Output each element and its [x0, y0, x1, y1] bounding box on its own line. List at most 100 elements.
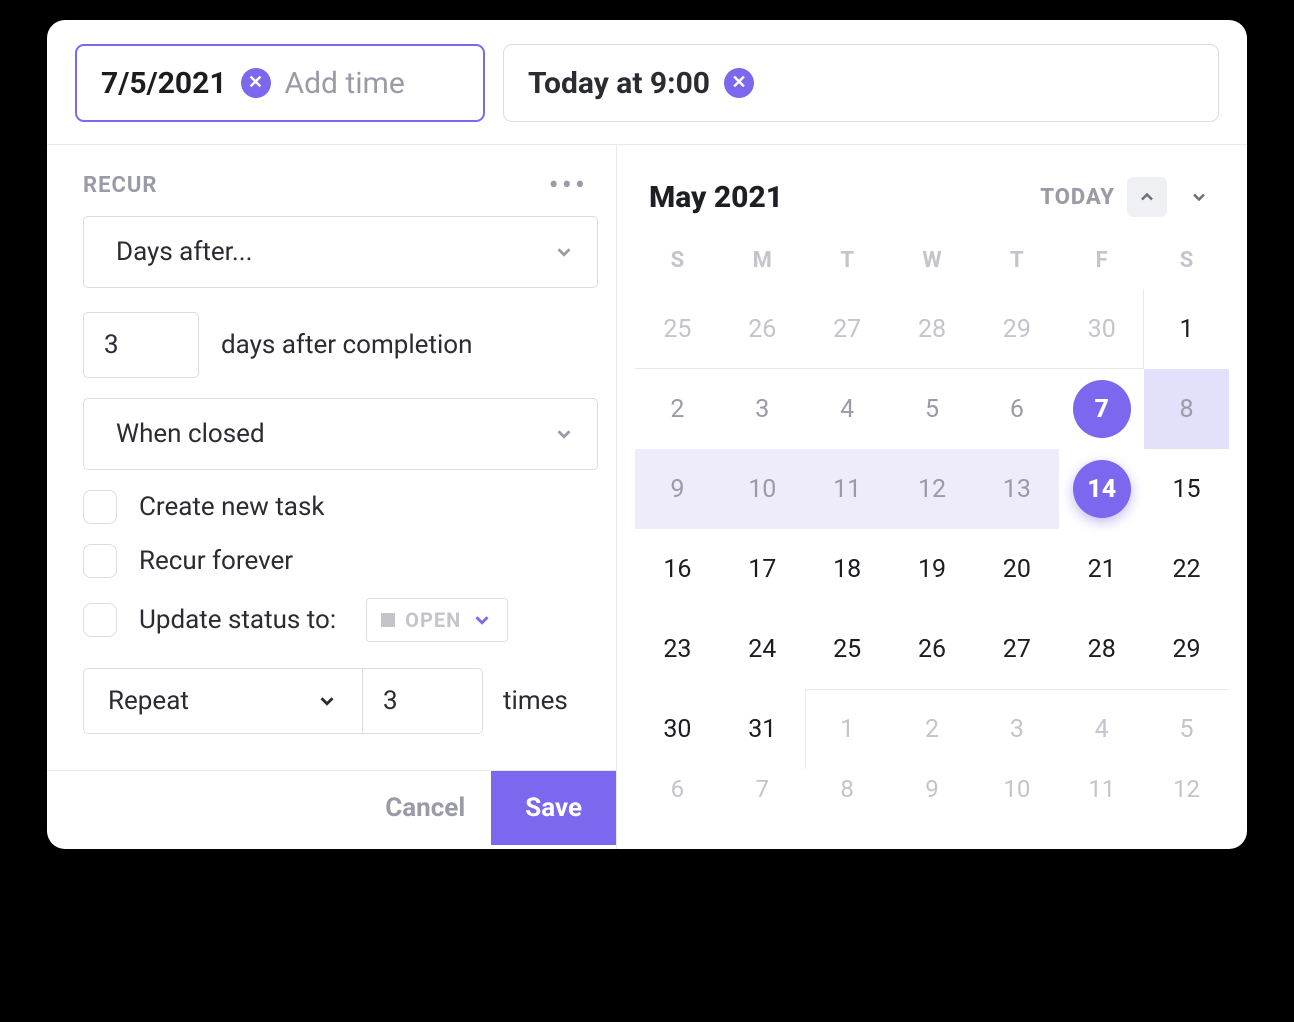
calendar-day[interactable]: 29 [1144, 609, 1229, 689]
calendar-dow: F [1059, 233, 1144, 289]
repeat-label: Repeat [108, 686, 189, 716]
calendar-dow-row: SMTWTFS [635, 233, 1229, 289]
calendar-day[interactable]: 7 [1059, 369, 1144, 449]
update-status-checkbox[interactable] [83, 603, 117, 637]
status-select[interactable]: OPEN [366, 598, 508, 642]
calendar-day[interactable]: 19 [890, 529, 975, 609]
recur-forever-checkbox[interactable] [83, 544, 117, 578]
save-button[interactable]: Save [491, 771, 616, 845]
calendar-day[interactable]: 2 [635, 369, 720, 449]
calendar-day[interactable]: 3 [974, 689, 1059, 769]
dialog-footer: Cancel Save [47, 770, 616, 845]
calendar-day[interactable]: 7 [720, 769, 805, 809]
calendar-day[interactable]: 12 [1144, 769, 1229, 809]
calendar-next-button[interactable] [1179, 177, 1219, 217]
cancel-button[interactable]: Cancel [359, 771, 491, 845]
calendar-day[interactable]: 29 [974, 289, 1059, 369]
calendar-day[interactable]: 10 [974, 769, 1059, 809]
dialog-columns: RECUR Days after... days after completio… [47, 145, 1247, 849]
chevron-down-icon [471, 609, 493, 631]
recur-panel: RECUR Days after... days after completio… [47, 145, 617, 849]
calendar-day[interactable]: 4 [805, 369, 890, 449]
calendar-day[interactable]: 8 [1144, 369, 1229, 449]
calendar-today-button[interactable]: TODAY [1040, 185, 1115, 210]
calendar-day[interactable]: 5 [1144, 689, 1229, 769]
calendar-day[interactable]: 27 [805, 289, 890, 369]
calendar-day[interactable]: 25 [805, 609, 890, 689]
calendar-day[interactable]: 26 [720, 289, 805, 369]
calendar-day[interactable]: 20 [974, 529, 1059, 609]
calendar-day[interactable]: 30 [1059, 289, 1144, 369]
calendar-dow: T [974, 233, 1059, 289]
add-time-placeholder[interactable]: Add time [285, 66, 405, 101]
calendar-day[interactable]: 22 [1144, 529, 1229, 609]
calendar-day[interactable]: 16 [635, 529, 720, 609]
recur-trigger-select[interactable]: When closed [83, 398, 598, 470]
calendar-day[interactable]: 13 [974, 449, 1059, 529]
recur-mode-label: Days after... [116, 237, 252, 267]
calendar-day[interactable]: 23 [635, 609, 720, 689]
calendar-dow: S [635, 233, 720, 289]
calendar-day[interactable]: 18 [805, 529, 890, 609]
chevron-down-icon [553, 241, 575, 263]
calendar-day[interactable]: 11 [1059, 769, 1144, 809]
calendar-day[interactable]: 28 [1059, 609, 1144, 689]
calendar-day[interactable]: 17 [720, 529, 805, 609]
repeat-count-input[interactable] [363, 668, 483, 734]
calendar-day[interactable]: 12 [890, 449, 975, 529]
calendar-panel: May 2021 TODAY SMTWTFS 25262728293012345… [617, 145, 1247, 849]
calendar-day[interactable]: 4 [1059, 689, 1144, 769]
update-status-label: Update status to: [139, 605, 336, 635]
calendar-day[interactable]: 15 [1144, 449, 1229, 529]
calendar-day[interactable]: 28 [890, 289, 975, 369]
status-color-swatch [381, 613, 395, 627]
calendar-prev-button[interactable] [1127, 177, 1167, 217]
calendar-day[interactable]: 26 [890, 609, 975, 689]
calendar-day[interactable]: 2 [890, 689, 975, 769]
calendar-day[interactable]: 9 [890, 769, 975, 809]
create-new-task-checkbox[interactable] [83, 490, 117, 524]
calendar-day[interactable]: 27 [974, 609, 1059, 689]
calendar-day[interactable]: 11 [805, 449, 890, 529]
calendar-day[interactable]: 31 [720, 689, 805, 769]
clear-end-date-icon[interactable] [724, 68, 754, 98]
repeat-suffix: times [503, 686, 568, 716]
days-after-input[interactable] [83, 312, 199, 378]
recur-trigger-label: When closed [116, 419, 265, 449]
calendar-day[interactable]: 24 [720, 609, 805, 689]
calendar-dow: S [1144, 233, 1229, 289]
days-after-suffix: days after completion [221, 330, 472, 360]
chevron-down-icon [316, 690, 338, 712]
calendar-day[interactable]: 6 [974, 369, 1059, 449]
calendar-day[interactable]: 1 [1144, 289, 1229, 369]
calendar-day[interactable]: 30 [635, 689, 720, 769]
calendar-day[interactable]: 8 [805, 769, 890, 809]
status-label: OPEN [405, 608, 461, 632]
end-date-value: Today at 9:00 [528, 66, 710, 101]
start-date-value: 7/5/2021 [101, 66, 227, 101]
calendar-day[interactable]: 14 [1059, 449, 1144, 529]
end-date-input[interactable]: Today at 9:00 [503, 44, 1219, 122]
date-inputs-row: 7/5/2021 Add time Today at 9:00 [47, 20, 1247, 145]
clear-start-date-icon[interactable] [241, 68, 271, 98]
chevron-down-icon [553, 423, 575, 445]
calendar-day[interactable]: 10 [720, 449, 805, 529]
calendar-dow: M [720, 233, 805, 289]
date-picker-dialog: 7/5/2021 Add time Today at 9:00 RECUR Da… [47, 20, 1247, 849]
calendar-weeks: 2526272829301234567891011121314151617181… [635, 289, 1229, 849]
create-new-task-label: Create new task [139, 492, 325, 522]
calendar-day[interactable]: 6 [635, 769, 720, 809]
recur-title: RECUR [83, 173, 157, 198]
recur-forever-label: Recur forever [139, 546, 293, 576]
calendar-day[interactable]: 3 [720, 369, 805, 449]
calendar-day[interactable]: 25 [635, 289, 720, 369]
calendar-day[interactable]: 1 [805, 689, 890, 769]
calendar-month-label: May 2021 [649, 180, 783, 215]
repeat-select[interactable]: Repeat [83, 668, 363, 734]
calendar-day[interactable]: 5 [890, 369, 975, 449]
calendar-dow: W [890, 233, 975, 289]
start-date-input[interactable]: 7/5/2021 Add time [75, 44, 485, 122]
calendar-day[interactable]: 9 [635, 449, 720, 529]
recur-mode-select[interactable]: Days after... [83, 216, 598, 288]
calendar-day[interactable]: 21 [1059, 529, 1144, 609]
